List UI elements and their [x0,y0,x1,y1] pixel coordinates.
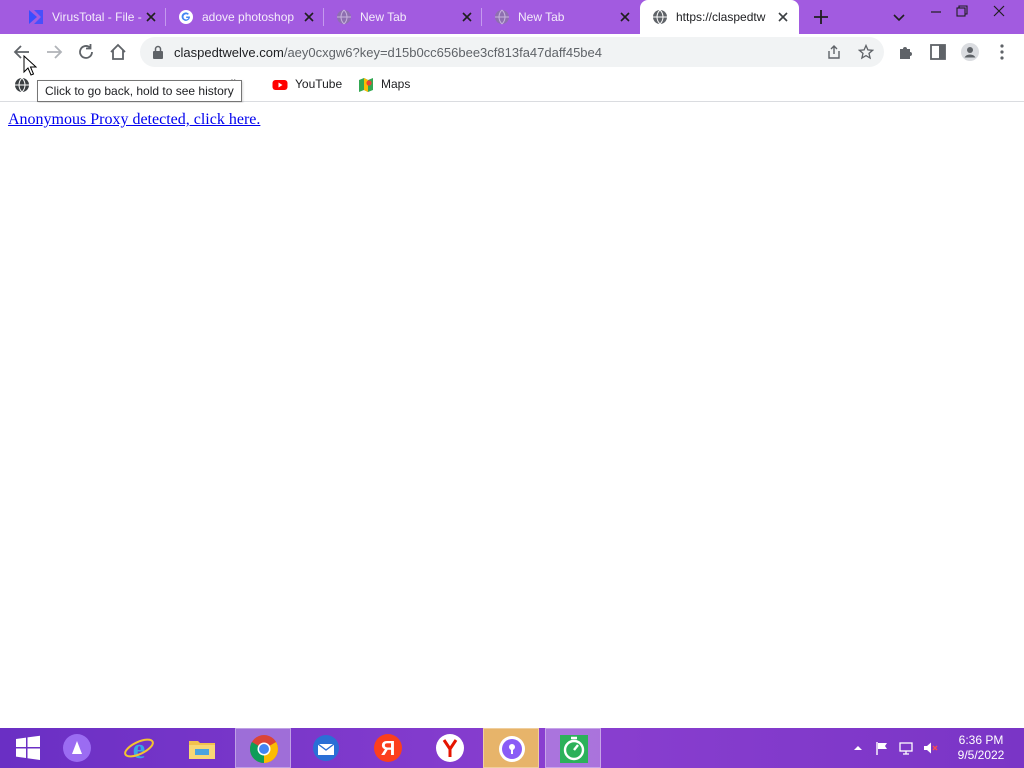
clock-date: 9/5/2022 [957,748,1005,762]
taskbar-alice[interactable] [49,728,105,768]
page-content: Anonymous Proxy detected, click here. [0,103,1024,728]
apps-globe-icon[interactable] [14,77,30,93]
chevron-down-icon[interactable] [891,9,907,25]
tab-title: New Tab [518,10,565,24]
reload-icon[interactable] [75,41,97,63]
bookmark-maps[interactable]: Maps [358,76,418,94]
back-button-tooltip: Click to go back, hold to see history [37,80,242,102]
lock-icon[interactable] [152,45,164,59]
bookmark-label: Maps [381,77,411,91]
bookmark-youtube[interactable]: YouTube [272,76,348,94]
bookmark-star-icon[interactable] [858,44,874,60]
tab-title: adove photoshop [202,10,294,24]
anonymous-proxy-link[interactable]: Anonymous Proxy detected, click here. [8,111,260,129]
close-tab-icon[interactable] [301,9,317,25]
taskbar-chrome[interactable] [235,728,291,768]
globe-icon [653,9,667,25]
new-tab-icon[interactable] [812,8,830,26]
google-icon [179,10,193,24]
tab-strip: VirusTotal - File - adove photoshop New … [0,0,1024,34]
url-path: /aey0cxgw6?key=d15b0cc656bee3cf813fa47da… [283,45,602,60]
system-clock[interactable]: 6:36 PM 9/5/2022 [946,733,1016,763]
show-hidden-icons-icon[interactable] [850,740,866,756]
vpn-shield-icon [499,736,525,762]
close-tab-icon[interactable] [775,9,791,25]
kebab-menu-icon[interactable] [991,41,1013,63]
minimize-icon[interactable] [929,4,943,18]
taskbar-internet-explorer[interactable]: e [111,728,167,768]
bookmark-label: YouTube [295,77,343,91]
tab-title: New Tab [360,10,407,24]
close-window-icon[interactable] [992,4,1006,18]
clock-time: 6:36 PM [958,733,1004,747]
youtube-icon [272,80,288,90]
taskbar-file-explorer[interactable] [174,728,230,768]
tab-virustotal[interactable]: VirusTotal - File - [8,0,166,34]
tab-claspedtwelve[interactable]: https://claspedtw [640,0,799,34]
virustotal-icon [29,10,43,24]
taskbar-thunderbird[interactable] [298,728,354,768]
internet-explorer-icon: e [124,734,154,764]
close-tab-icon[interactable] [143,9,159,25]
svg-text:e: e [133,734,145,764]
close-tab-icon[interactable] [617,9,633,25]
globe-icon [337,9,351,25]
taskbar-yandex-browser[interactable] [422,728,478,768]
tab-title: https://claspedtw [676,10,766,24]
mouse-pointer-icon [23,55,37,76]
yandex-browser-icon [436,734,464,762]
taskbar-yandex[interactable]: Я [360,728,416,768]
thunderbird-icon [313,735,339,761]
start-button[interactable] [0,728,56,768]
taskbar-vpn[interactable] [483,728,539,768]
extensions-puzzle-icon[interactable] [895,41,917,63]
action-center-flag-icon[interactable] [874,740,890,756]
address-bar[interactable]: claspedtwelve.com/aey0cxgw6?key=d15b0cc6… [140,37,884,67]
globe-icon [495,9,509,25]
yandex-icon: Я [374,734,402,762]
start-icon [16,735,40,760]
profile-avatar-icon[interactable] [959,41,981,63]
maps-icon [359,78,373,92]
svg-text:Я: Я [381,738,395,760]
tab-new-tab-2[interactable]: New Tab [482,0,640,34]
browser-toolbar: claspedtwelve.com/aey0cxgw6?key=d15b0cc6… [0,34,1024,70]
share-icon[interactable] [826,44,842,60]
url-text[interactable]: claspedtwelve.com/aey0cxgw6?key=d15b0cc6… [174,45,602,60]
network-icon[interactable] [898,740,914,756]
tab-google-search[interactable]: adove photoshop [166,0,324,34]
windows-taskbar: e Я 6:36 PM 9/5/2022 [0,728,1024,768]
forward-arrow-icon[interactable] [43,41,65,63]
file-explorer-icon [189,741,215,759]
alice-icon [63,734,91,762]
tab-title: VirusTotal - File - [52,10,142,24]
volume-muted-icon[interactable] [922,740,938,756]
chrome-icon [250,735,278,763]
home-icon[interactable] [107,41,129,63]
restore-icon[interactable] [955,4,969,18]
side-panel-icon[interactable] [927,41,949,63]
close-tab-icon[interactable] [459,9,475,25]
timer-icon [560,735,588,763]
tab-new-tab-1[interactable]: New Tab [324,0,482,34]
url-domain: claspedtwelve.com [174,45,284,60]
taskbar-timer[interactable] [545,728,601,768]
